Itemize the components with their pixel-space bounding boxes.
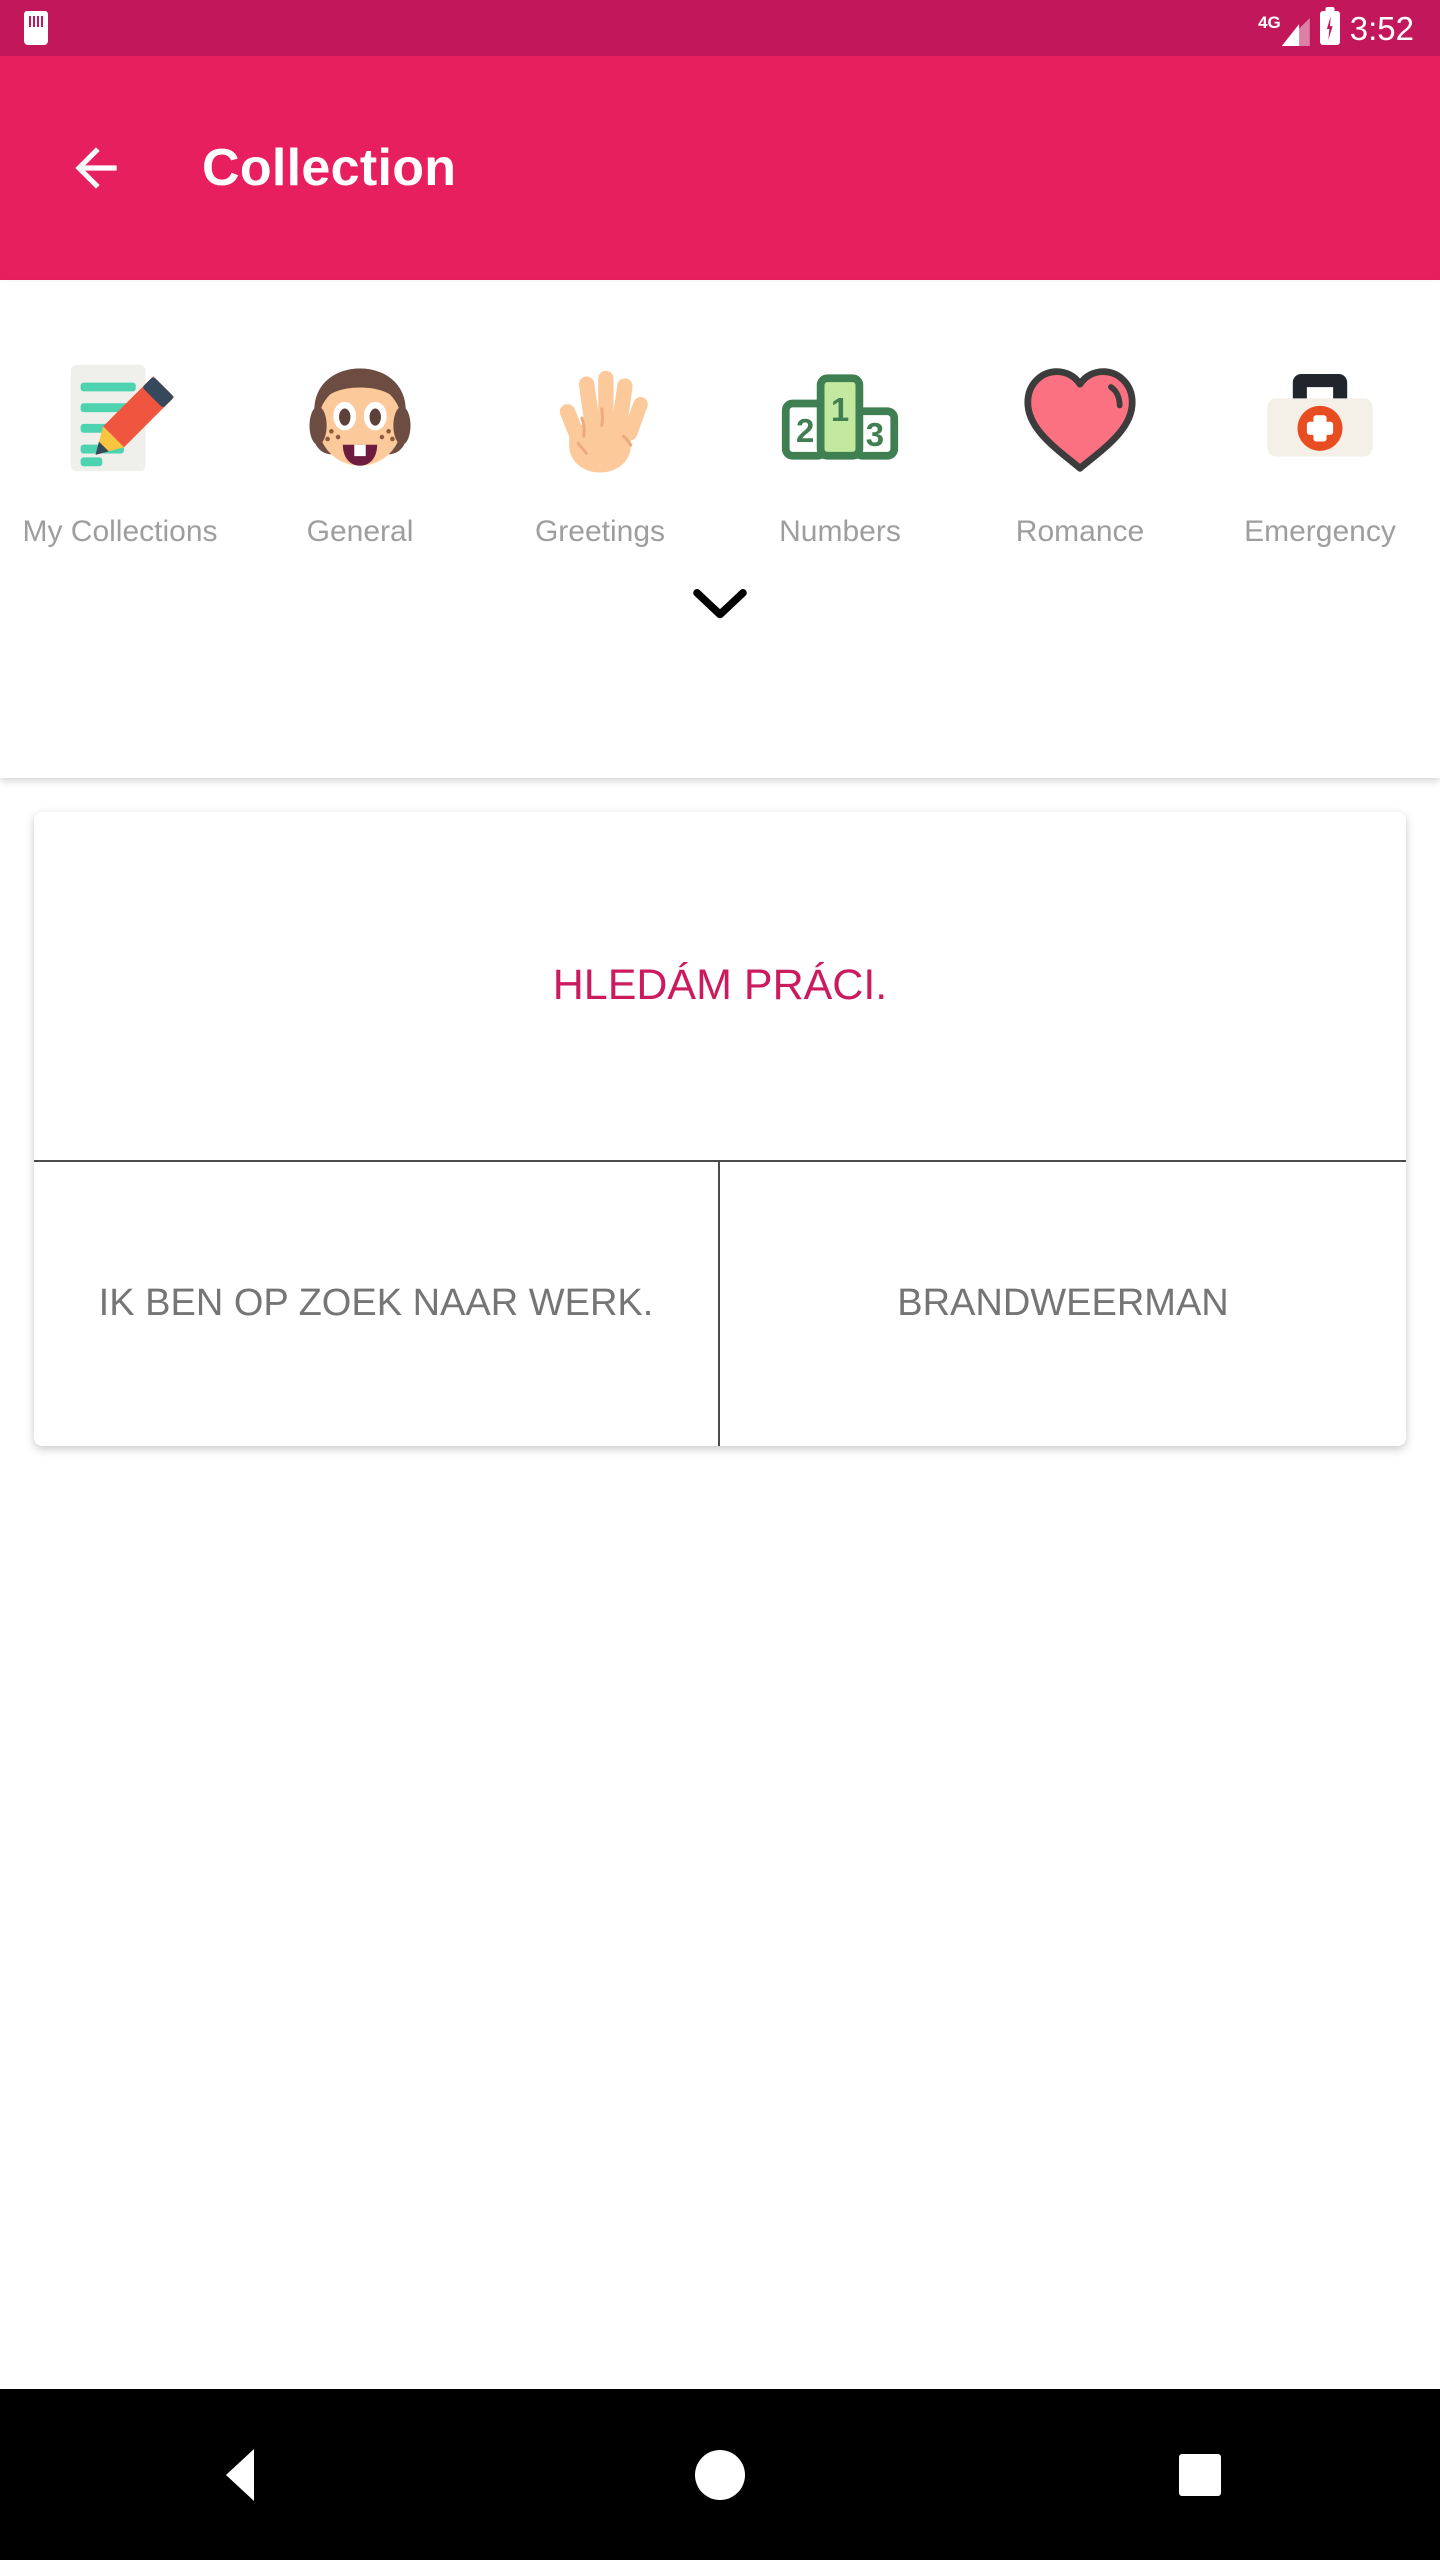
triangle-back-icon (226, 2448, 254, 2501)
arrow-left-icon (75, 147, 117, 189)
first-aid-kit-icon (1238, 338, 1402, 498)
category-label: Emergency (1244, 515, 1396, 548)
svg-text:3: 3 (866, 416, 884, 453)
phrase-primary-text: HLEDÁM PRÁCI. (552, 961, 888, 1010)
battery-charging-icon (1319, 11, 1340, 45)
category-label: Romance (1015, 515, 1145, 548)
network-type-label: 4G (1258, 13, 1281, 32)
category-item-greetings[interactable]: Greetings (480, 338, 720, 552)
svg-text:1: 1 (831, 391, 849, 428)
nav-back-button[interactable] (140, 2389, 340, 2560)
app-root: 4G 3:52 Collection My Collections Genera… (0, 0, 1440, 2560)
status-bar: 4G 3:52 (0, 0, 1440, 56)
status-bar-left (24, 11, 48, 45)
category-expand-row (0, 552, 1440, 778)
nav-home-button[interactable] (620, 2389, 820, 2560)
category-item-romance[interactable]: Romance (960, 338, 1200, 552)
category-item-my-collections[interactable]: My Collections (0, 338, 240, 552)
translation-cell-right[interactable]: BRANDWEERMAN (720, 1162, 1406, 1446)
category-row: My Collections General Greetings 2 1 3 N… (0, 282, 1440, 552)
svg-text:2: 2 (796, 412, 814, 449)
status-bar-right: 4G 3:52 (1258, 10, 1414, 46)
page-title: Collection (202, 139, 457, 197)
heart-icon (998, 338, 1162, 498)
category-item-numbers[interactable]: 2 1 3 Numbers (720, 338, 960, 552)
category-label: My Collections (22, 515, 218, 548)
translation-text: BRANDWEERMAN (897, 1282, 1229, 1325)
translation-text: IK BEN OP ZOEK NAAR WERK. (98, 1282, 654, 1325)
chevron-down-icon (693, 588, 747, 619)
android-navigation-bar (0, 2389, 1440, 2560)
memo-pencil-icon (38, 338, 202, 498)
signal-bars-icon: 4G (1258, 10, 1310, 46)
phrase-card[interactable]: HLEDÁM PRÁCI. IK BEN OP ZOEK NAAR WERK. … (34, 812, 1406, 1446)
category-label: Greetings (534, 515, 666, 548)
category-item-emergency[interactable]: Emergency (1200, 338, 1440, 552)
nav-recents-button[interactable] (1100, 2389, 1300, 2560)
category-label: General (306, 515, 414, 548)
phrase-primary-cell[interactable]: HLEDÁM PRÁCI. (34, 812, 1406, 1162)
category-label: Numbers (779, 515, 901, 548)
podium-icon: 2 1 3 (758, 338, 922, 498)
status-bar-clock: 3:52 (1349, 9, 1414, 47)
phrase-translations-row: IK BEN OP ZOEK NAAR WERK. BRANDWEERMAN (34, 1162, 1406, 1446)
app-bar: Collection (0, 56, 1440, 280)
expand-categories-button[interactable] (675, 570, 765, 640)
sd-card-icon (24, 11, 48, 45)
square-recents-icon (1179, 2453, 1221, 2496)
signal-triangle-icon (1281, 18, 1310, 46)
back-button[interactable] (48, 120, 144, 216)
girl-face-icon (278, 338, 442, 498)
category-panel: My Collections General Greetings 2 1 3 N… (0, 282, 1440, 778)
translation-cell-left[interactable]: IK BEN OP ZOEK NAAR WERK. (34, 1162, 720, 1446)
circle-home-icon (695, 2449, 745, 2500)
category-item-general[interactable]: General (240, 338, 480, 552)
raised-hand-icon (518, 338, 682, 498)
